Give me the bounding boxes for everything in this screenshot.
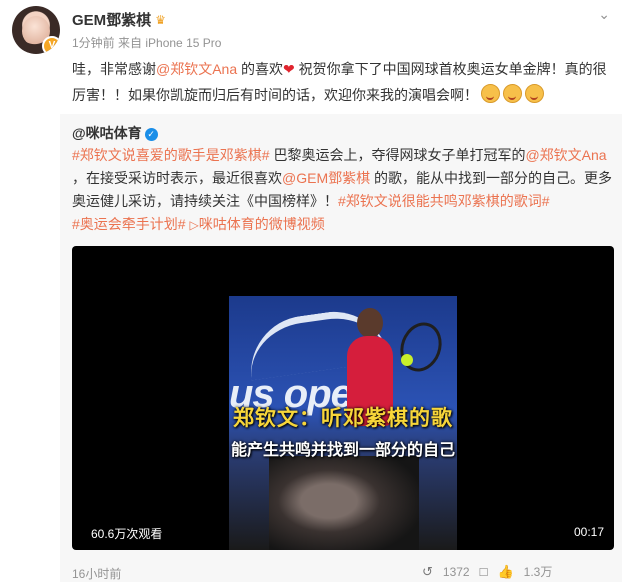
comment-icon[interactable]: □ — [480, 564, 488, 579]
video-player[interactable]: us open 郑钦文：听邓紫棋的歌 能产生共鸣并找到一部分的自己 60.6万次… — [72, 246, 614, 550]
author-name-row[interactable]: GEM鄧紫棋 ♛ — [72, 9, 166, 30]
mention-link[interactable]: @GEM鄧紫棋 — [282, 170, 370, 186]
post-text: 哇，非常感谢@郑钦文Ana 的喜欢❤ 祝贺你拿下了中国网球首枚奥运女单金牌！真的… — [72, 56, 612, 108]
repost-text-2: ，在接受采访时表示，最近很喜欢 — [72, 170, 282, 186]
repost-text: #郑钦文说喜爱的歌手是邓紫棋# 巴黎奥运会上，夺得网球女子单打冠军的@郑钦文An… — [72, 144, 612, 237]
singer-image — [269, 456, 419, 550]
mention-link[interactable]: @郑钦文Ana — [156, 61, 237, 77]
post-text-part2: 的喜欢 — [237, 61, 284, 77]
repost-icon[interactable]: ↺ — [422, 564, 433, 580]
racket-shape — [393, 316, 449, 378]
like-count[interactable]: 1.3万 — [524, 563, 553, 580]
chevron-down-icon[interactable]: ⌄ — [598, 6, 610, 23]
mention-link[interactable]: @郑钦文Ana — [525, 147, 606, 163]
grin-emoji-icon — [481, 84, 500, 103]
verified-check-icon: ✓ — [144, 128, 158, 141]
verified-badge: V — [42, 36, 60, 54]
post-meta: 1分钟前 来自 iPhone 15 Pro — [72, 34, 221, 51]
view-count: 60.6万次观看 — [91, 527, 163, 541]
video-icon: ▷ — [189, 218, 199, 232]
hashtag-link[interactable]: #郑钦文说很能共鸣邓紫棋的歌词# — [338, 193, 550, 209]
author-name[interactable]: GEM鄧紫棋 — [72, 12, 151, 29]
heart-icon: ❤ — [283, 61, 295, 77]
grin-emoji-icon — [503, 84, 522, 103]
repost-actions: ↺ 1372 □ 👍 1.3万 — [422, 563, 552, 580]
like-icon[interactable]: 👍 — [497, 564, 513, 580]
video-frame: us open 郑钦文：听邓紫棋的歌 能产生共鸣并找到一部分的自己 — [229, 296, 457, 550]
post-text-part1: 哇，非常感谢 — [72, 61, 156, 77]
grin-emoji-icon — [525, 84, 544, 103]
repost-card[interactable]: @咪咕体育 ✓ #郑钦文说喜爱的歌手是邓紫棋# 巴黎奥运会上，夺得网球女子单打冠军… — [60, 114, 622, 582]
video-caption-main: 郑钦文：听邓紫棋的歌 — [233, 407, 453, 430]
post-time[interactable]: 1分钟前 — [72, 36, 115, 50]
tennis-ball — [401, 354, 413, 366]
hashtag-link[interactable]: #郑钦文说喜爱的歌手是邓紫棋# — [72, 147, 270, 163]
repost-source[interactable]: @咪咕体育 — [72, 125, 142, 141]
hashtag-link[interactable]: #奥运会牵手计划# — [72, 216, 186, 232]
post-source: 来自 iPhone 15 Pro — [118, 36, 222, 50]
repost-source-row[interactable]: @咪咕体育 ✓ — [72, 123, 158, 143]
repost-text-1: 巴黎奥运会上，夺得网球女子单打冠军的 — [269, 147, 526, 163]
video-link[interactable]: 咪咕体育的微博视频 — [199, 216, 325, 232]
weibo-post: V GEM鄧紫棋 ♛ 1分钟前 来自 iPhone 15 Pro ⌄ 哇，非常感谢… — [0, 0, 622, 582]
video-caption-sub: 能产生共鸣并找到一部分的自己 — [230, 442, 455, 459]
crown-icon: ♛ — [155, 13, 166, 27]
avatar[interactable]: V — [12, 6, 60, 54]
repost-count[interactable]: 1372 — [443, 565, 470, 579]
player-head — [357, 308, 383, 338]
video-duration: 00:17 — [573, 525, 604, 539]
repost-time[interactable]: 16小时前 — [72, 565, 121, 582]
